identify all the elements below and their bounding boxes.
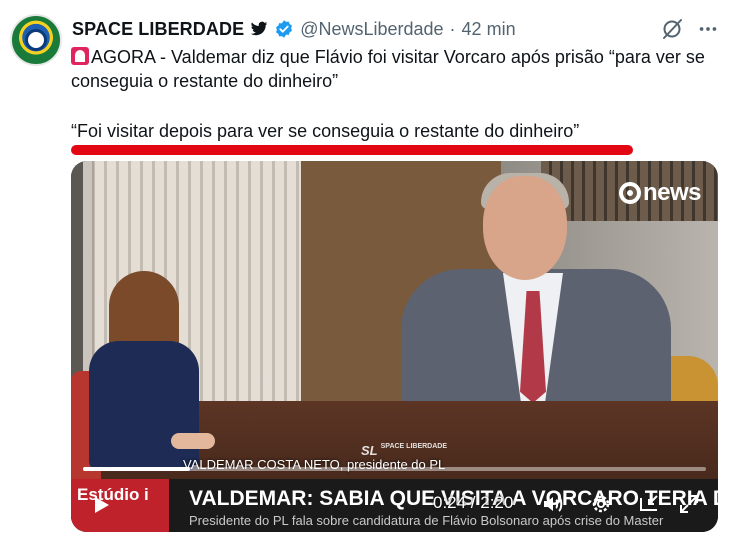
video-player[interactable]: news SL SPACE LIBERDADE VALDEMAR COSTA NE… [71,161,718,532]
channel-logo-text: news [643,179,702,206]
separator-dot: · [449,18,456,39]
play-icon[interactable] [91,495,111,515]
author-handle[interactable]: @NewsLiberdade [300,19,443,40]
host-hands [171,433,215,449]
progress-fill [83,467,190,471]
grok-icon[interactable] [660,17,684,41]
progress-bar[interactable] [83,467,706,471]
time-display: 0:24 / 2:20 [433,493,514,512]
highlight-underline [71,145,633,155]
channel-logo: news [619,179,702,207]
verified-badge-icon [276,20,293,38]
post-text: AGORA - Valdemar diz que Flávio foi visi… [71,45,721,93]
host-body [89,341,199,471]
avatar-emblem [25,29,47,51]
guest-head [483,176,567,280]
settings-icon[interactable] [589,492,613,516]
author-name[interactable]: SPACE LIBERDADE [72,19,244,40]
program-tag: Estúdio i [71,479,169,532]
post-body: AGORA - Valdemar diz que Flávio foi visi… [71,47,705,91]
channel-logo-mark [619,182,641,204]
post-quote: “Foi visitar depois para ver se consegui… [71,121,580,141]
more-icon[interactable] [697,18,719,40]
watermark-sub: SPACE LIBERDADE [380,443,448,450]
watermark-main: SL [361,443,378,458]
siren-icon [71,47,89,65]
pip-icon[interactable] [637,492,661,516]
fullscreen-icon[interactable] [677,492,701,516]
watermark: SL SPACE LIBERDADE [361,443,447,458]
volume-icon[interactable] [541,492,565,516]
avatar[interactable] [10,14,62,66]
post-header: SPACE LIBERDADE @NewsLiberdade · 42 min [72,17,516,41]
bird-icon [250,21,268,36]
post-time[interactable]: 42 min [462,19,516,40]
